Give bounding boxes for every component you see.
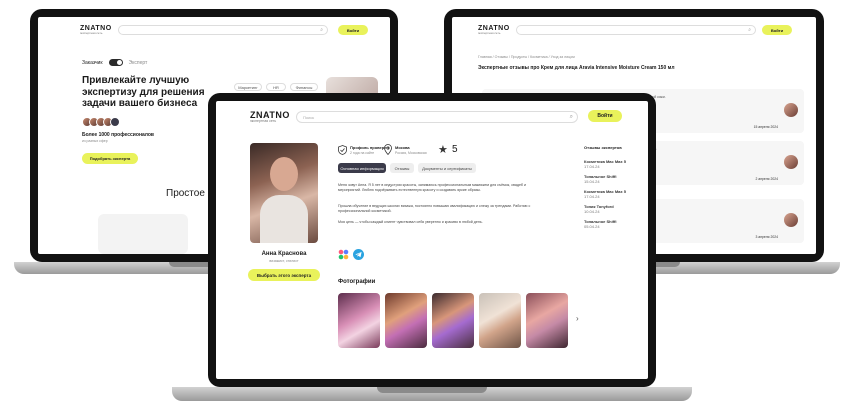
- search-input[interactable]: ⌕: [118, 25, 328, 35]
- page-title: Экспертные отзывы про Крем для лица Arav…: [478, 65, 675, 71]
- gallery-photo[interactable]: [338, 293, 380, 348]
- location: Москва: [395, 145, 410, 150]
- toggle-switch[interactable]: [108, 59, 123, 66]
- center-laptop: ZNATNO экспертная сеть Поиск ⌕ Войти Анна…: [172, 93, 692, 410]
- tab-documents[interactable]: Документы и сертификаты: [418, 163, 476, 173]
- profile-name: Анна Краснова: [261, 251, 307, 257]
- chip-hr[interactable]: HR: [266, 83, 286, 91]
- gallery-photo[interactable]: [432, 293, 474, 348]
- toggle-left-label: Заказчик: [82, 59, 103, 66]
- avatar: [784, 103, 798, 117]
- dates-title: Отзывы экспертов: [584, 145, 622, 150]
- telegram-icon[interactable]: [353, 249, 364, 260]
- search-icon: ⌕: [748, 27, 751, 33]
- bio-paragraph: Прошла обучение в ведущих школах визажа,…: [338, 204, 531, 213]
- login-button[interactable]: Войти: [588, 110, 622, 122]
- chevron-right-icon[interactable]: ›: [576, 314, 579, 323]
- list-item[interactable]: Косметика Mac Max 5 17.04.24: [584, 159, 626, 169]
- search-input[interactable]: ⌕: [516, 25, 756, 35]
- photos-title: Фотографии: [338, 279, 376, 285]
- choose-expert-button[interactable]: Выбрать этого эксперта: [248, 269, 320, 281]
- gallery-photo[interactable]: [526, 293, 568, 348]
- laptop-base: [172, 387, 692, 401]
- laptop-lid: ZNATNO экспертная сеть Поиск ⌕ Войти Анна…: [208, 93, 656, 387]
- verified-sub: 2 года на сайте: [350, 151, 375, 155]
- find-expert-button[interactable]: Подобрать эксперта: [82, 153, 138, 164]
- experts-avatars: [82, 117, 120, 127]
- experts-sub: из разных сфер: [82, 139, 108, 143]
- login-button[interactable]: Войти: [762, 25, 792, 35]
- logo[interactable]: ZNATNO экспертная сеть: [250, 111, 290, 124]
- bio-paragraph: Моя цель — чтобы каждый клиент чувствова…: [338, 220, 483, 224]
- review-date: 15 апреля 2024: [753, 125, 778, 129]
- profile-role: визажист, стилист: [269, 259, 299, 263]
- location-sub: Россия, Московская: [395, 151, 427, 155]
- profile-photo: [250, 143, 318, 243]
- star-icon: ★: [438, 144, 448, 156]
- chip-finance[interactable]: Финансы: [290, 83, 318, 91]
- breadcrumb[interactable]: Главная / Отзывы / Продукты / Косметика …: [478, 55, 575, 59]
- search-input[interactable]: Поиск ⌕: [296, 111, 578, 123]
- gallery-photo[interactable]: [479, 293, 521, 348]
- center-screen: ZNATNO экспертная сеть Поиск ⌕ Войти Анна…: [216, 101, 648, 379]
- list-item[interactable]: Тоник Tonyford 10.04.24: [584, 204, 614, 214]
- login-button[interactable]: Войти: [338, 25, 368, 35]
- logo[interactable]: ZNATNO экспертная сеть: [478, 25, 510, 35]
- list-item[interactable]: Тональное Shiffi 15.04.24: [584, 174, 616, 184]
- toggle-right-label: Эксперт: [128, 59, 148, 66]
- logo[interactable]: ZNATNO экспертная сеть: [80, 25, 112, 35]
- tab-main-info[interactable]: Основная информация: [338, 163, 386, 173]
- chip-marketing[interactable]: Маркетинг: [234, 83, 262, 91]
- search-icon: ⌕: [569, 113, 573, 120]
- list-item[interactable]: Косметика Mac Max 5 17.04.24: [584, 189, 626, 199]
- review-date: 3 апреля 2024: [755, 235, 778, 239]
- apps-icon[interactable]: [338, 249, 349, 260]
- role-toggle[interactable]: Заказчик Эксперт: [82, 59, 147, 66]
- shield-icon: [338, 145, 347, 157]
- rating-value: 5: [452, 144, 458, 155]
- review-date: 2 апреля 2024: [755, 177, 778, 181]
- avatar: [784, 213, 798, 227]
- gallery-photo[interactable]: [385, 293, 427, 348]
- bio-paragraph: Меня зовут Анна. Я 5 лет в индустрии кра…: [338, 183, 527, 192]
- avatar: [784, 155, 798, 169]
- experts-count: Более 1000 профессионалов: [82, 132, 154, 138]
- search-icon: ⌕: [320, 27, 323, 33]
- mockup-stage: ZNATNO экспертная сеть ⌕ Войти Заказчик Э…: [0, 0, 844, 410]
- list-item[interactable]: Тональное Shiffi 05.04.24: [584, 219, 616, 229]
- location-icon: [384, 144, 392, 157]
- tab-reviews[interactable]: Отзывы: [390, 163, 414, 173]
- search-placeholder: Поиск: [303, 114, 315, 120]
- expert-reviews-list: Отзывы экспертов Косметика Mac Max 5 17.0…: [584, 145, 644, 285]
